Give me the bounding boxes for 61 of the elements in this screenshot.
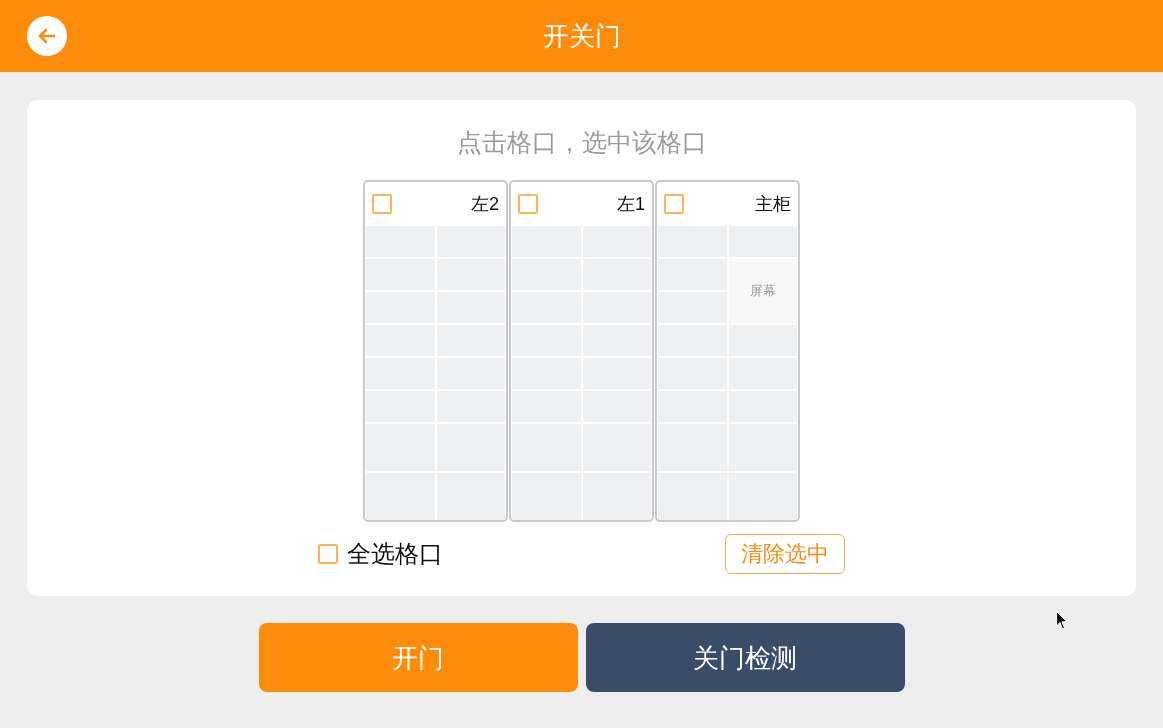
checkbox[interactable]	[518, 194, 538, 214]
compartment-cell[interactable]	[436, 391, 505, 422]
compartment-cell[interactable]	[582, 226, 651, 257]
compartment-cell[interactable]	[728, 473, 797, 520]
mouse-pointer-icon	[1056, 611, 1068, 630]
compartment-cell[interactable]	[512, 424, 581, 471]
compartment-cell[interactable]	[512, 259, 581, 290]
compartment-cell[interactable]	[512, 325, 581, 356]
compartment-cell[interactable]	[512, 473, 581, 520]
cabinet-label: 主柜	[755, 195, 791, 213]
compartment-cell[interactable]	[658, 226, 727, 257]
compartment-cell[interactable]	[436, 473, 505, 520]
compartment-cell[interactable]	[658, 391, 727, 422]
checkbox[interactable]	[664, 194, 684, 214]
compartment-cell[interactable]	[436, 292, 505, 323]
checkbox[interactable]	[318, 544, 338, 564]
compartment-cell[interactable]	[366, 325, 435, 356]
compartment-cell[interactable]	[366, 259, 435, 290]
action-button[interactable]: 关门检测	[585, 623, 905, 692]
compartment-cell[interactable]	[366, 292, 435, 323]
compartment-cell[interactable]	[658, 259, 727, 290]
compartment-cell[interactable]	[436, 358, 505, 389]
compartment-cell[interactable]	[582, 358, 651, 389]
compartment-cell[interactable]	[512, 292, 581, 323]
compartment-cell[interactable]	[436, 424, 505, 471]
compartment-cell[interactable]	[658, 473, 727, 520]
compartment-cell[interactable]	[366, 226, 435, 257]
arrow-left-icon	[38, 28, 56, 44]
compartment-cell[interactable]	[728, 325, 797, 356]
compartment-cell[interactable]	[582, 259, 651, 290]
hint-text: 点击格口，选中该格口	[456, 127, 707, 158]
checkbox[interactable]	[372, 194, 392, 214]
compartment-cell[interactable]	[582, 325, 651, 356]
compartment-cell[interactable]	[728, 226, 797, 257]
compartment-cell[interactable]	[658, 325, 727, 356]
compartment-cell[interactable]	[512, 391, 581, 422]
compartment-cell[interactable]	[658, 292, 727, 323]
compartment-cell[interactable]	[728, 358, 797, 389]
compartment-cell[interactable]	[436, 325, 505, 356]
compartment-cell[interactable]	[728, 424, 797, 471]
compartment-cell[interactable]	[436, 226, 505, 257]
compartment-cell[interactable]	[582, 292, 651, 323]
cabinet-label: 左1	[617, 195, 645, 213]
compartment-cell[interactable]	[366, 391, 435, 422]
compartment-cell[interactable]	[582, 473, 651, 520]
back-button[interactable]	[27, 16, 67, 56]
compartment-cell[interactable]	[728, 391, 797, 422]
cabinet-label: 左2	[471, 195, 499, 213]
select-all-label[interactable]: 全选格口	[347, 542, 443, 566]
compartment-cell[interactable]	[512, 226, 581, 257]
compartment-cell[interactable]	[582, 424, 651, 471]
compartment-cell[interactable]	[658, 358, 727, 389]
compartment-cell[interactable]	[582, 391, 651, 422]
compartment-cell[interactable]	[366, 358, 435, 389]
screen-panel: 屏幕	[728, 259, 797, 323]
compartment-cell[interactable]	[366, 473, 435, 520]
compartment-cell[interactable]	[366, 424, 435, 471]
compartment-cell[interactable]	[512, 358, 581, 389]
page-title: 开关门	[542, 23, 621, 49]
compartment-cell[interactable]	[436, 259, 505, 290]
compartment-cell[interactable]	[658, 424, 727, 471]
